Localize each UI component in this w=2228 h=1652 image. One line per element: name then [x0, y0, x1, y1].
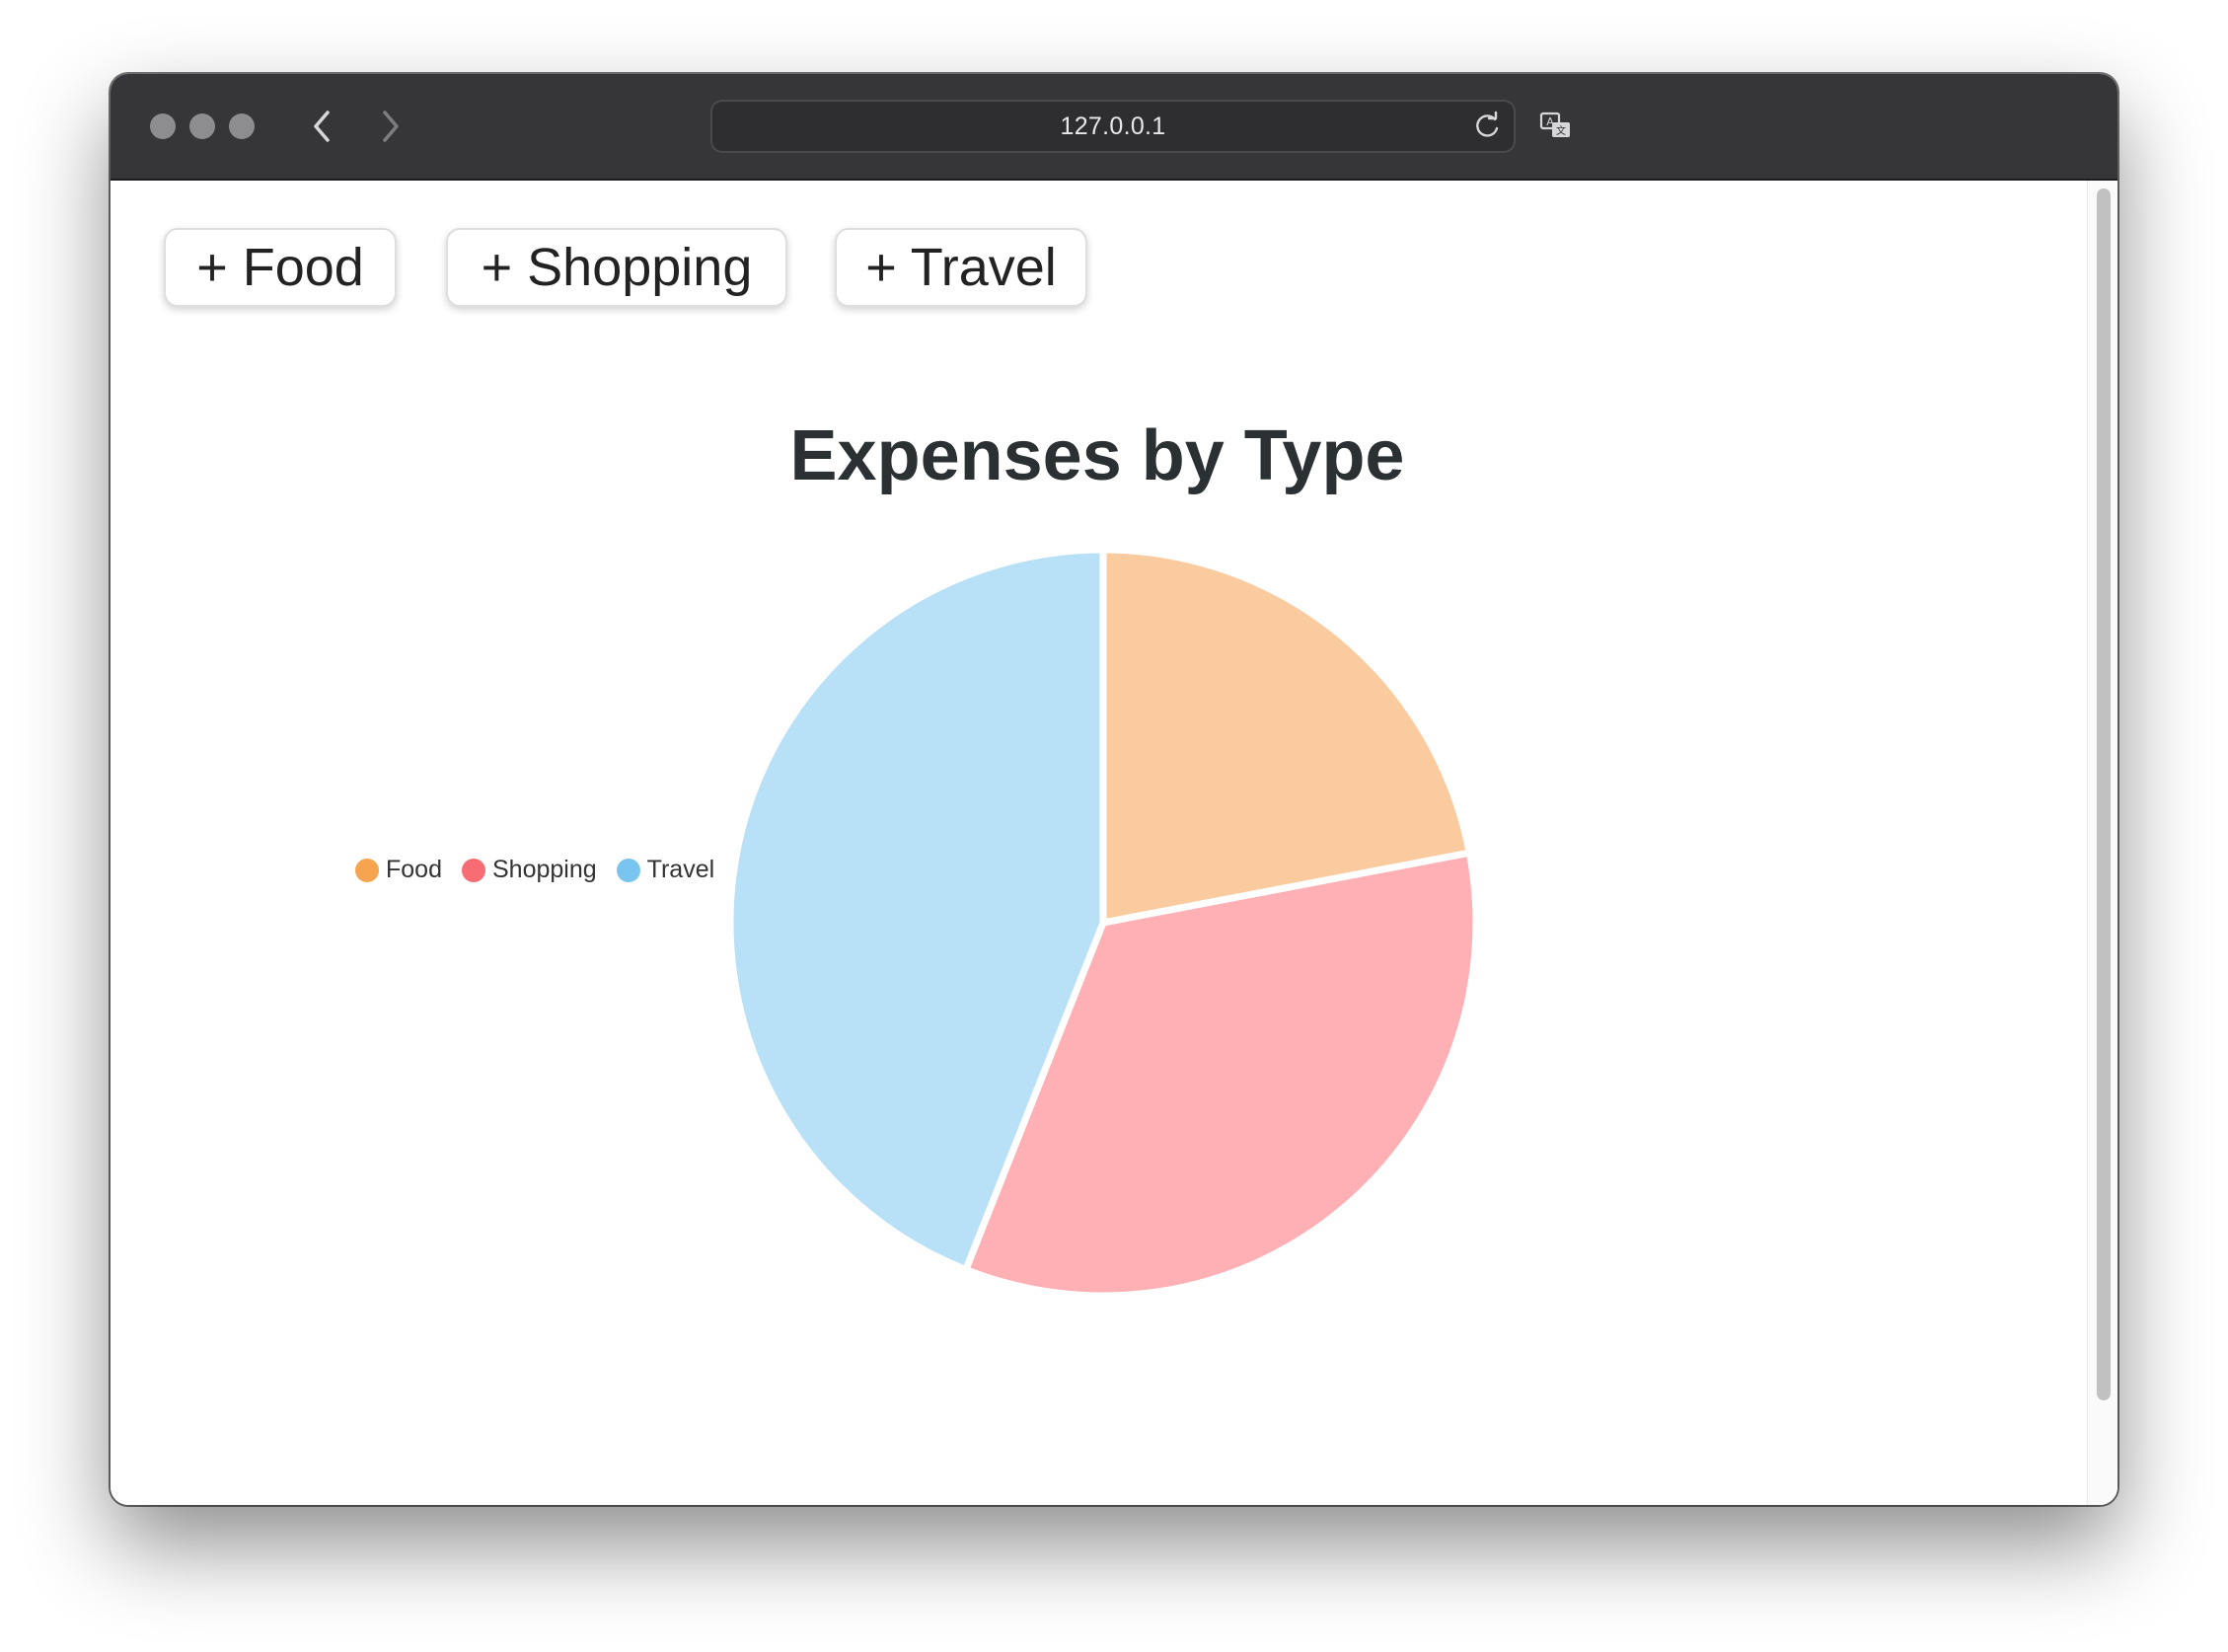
- chevron-right-icon[interactable]: [371, 104, 410, 149]
- minimize-window-icon[interactable]: [189, 113, 215, 139]
- browser-window: 127.0.0.1 A 文 + Food + Shopping + Travel…: [111, 74, 2117, 1505]
- chevron-left-icon[interactable]: [302, 104, 341, 149]
- svg-text:文: 文: [1556, 124, 1566, 137]
- scrollbar[interactable]: [2087, 181, 2117, 1505]
- close-window-icon[interactable]: [150, 113, 176, 139]
- maximize-window-icon[interactable]: [229, 113, 255, 139]
- pie-chart: [726, 546, 1480, 1300]
- address-bar[interactable]: 127.0.0.1 A 文: [710, 100, 1570, 153]
- translate-icon[interactable]: A 文: [1539, 110, 1573, 143]
- browser-titlebar: 127.0.0.1 A 文: [111, 74, 2117, 181]
- page-content: + Food + Shopping + Travel Expenses by T…: [111, 181, 2117, 1505]
- scrollbar-thumb[interactable]: [2097, 188, 2111, 1400]
- address-text: 127.0.0.1: [1060, 112, 1166, 140]
- reload-icon[interactable]: [1470, 110, 1504, 143]
